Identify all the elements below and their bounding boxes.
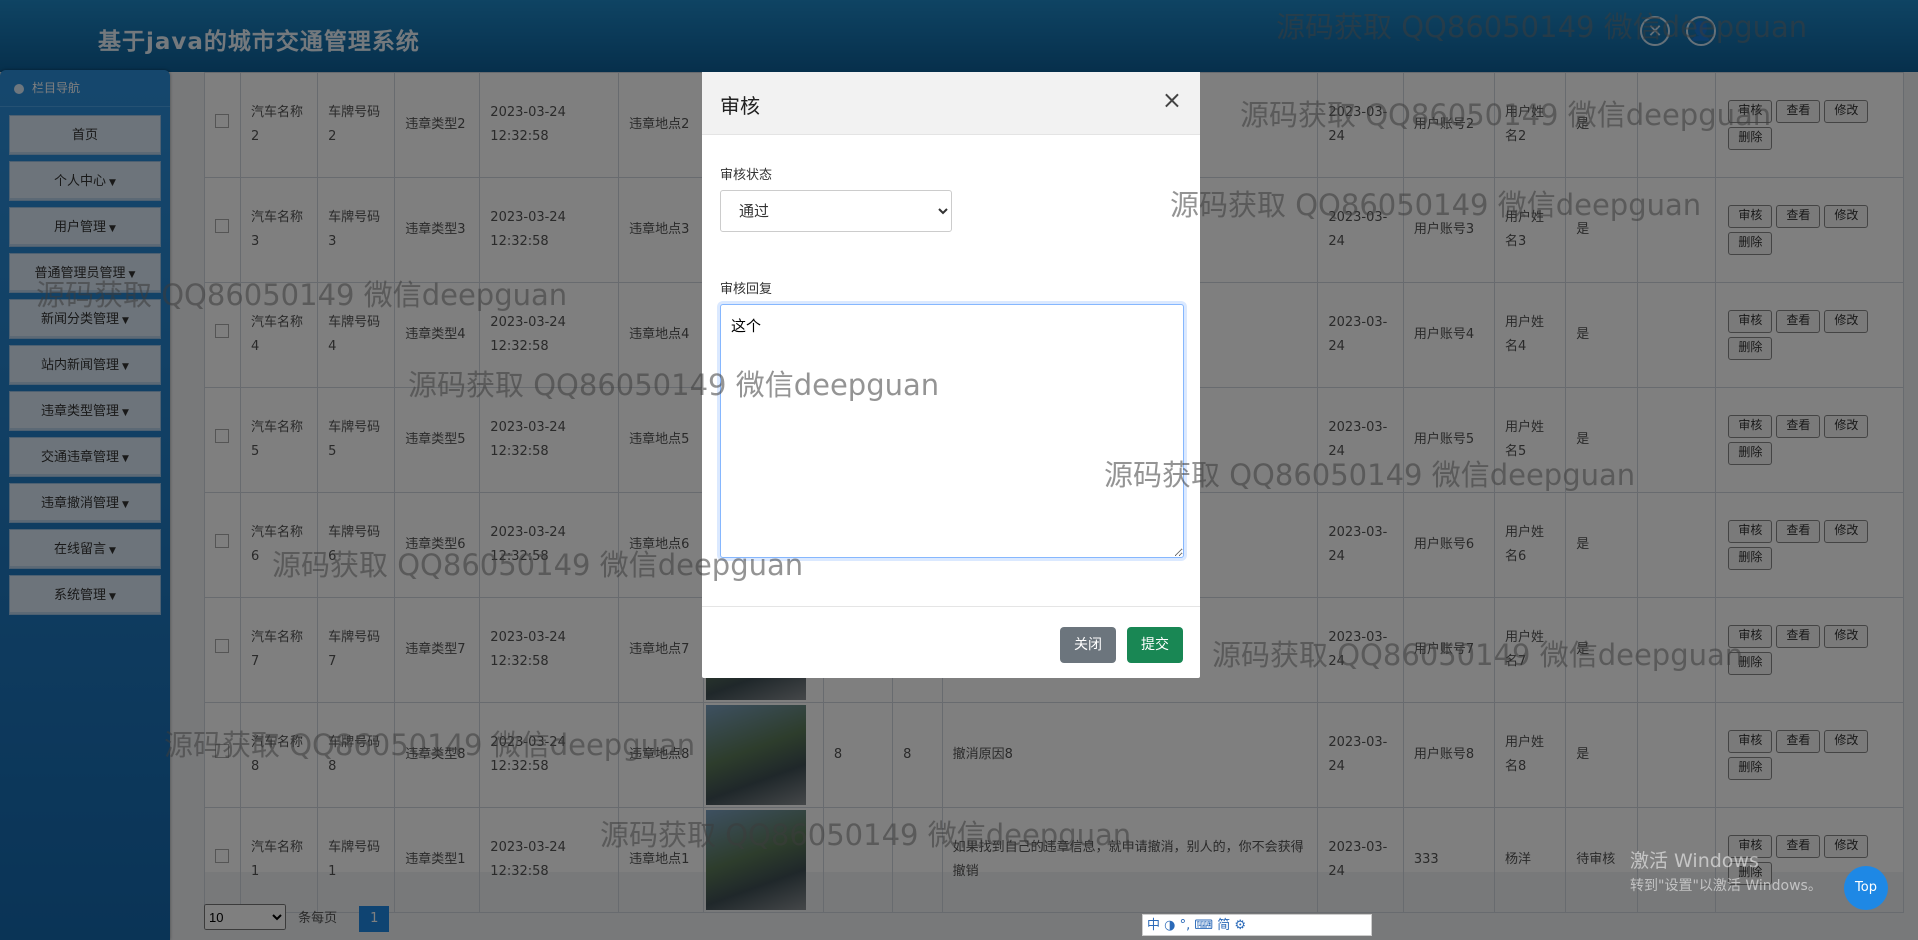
status-label: 审核状态 [720,168,773,183]
windows-activation-notice: 激活 Windows 转到"设置"以激活 Windows。 [1630,850,1822,894]
modal-footer: 关闭 提交 [702,606,1200,679]
ime-toolbar[interactable]: 中 ◑ °, ⌨ 简 ⚙ [1142,914,1372,936]
reply-textarea[interactable]: 这个 [720,304,1184,558]
close-button[interactable]: 关闭 [1060,627,1116,663]
audit-modal: 审核 × 审核状态 通过 审核回复 这个 关闭 提交 [702,72,1200,678]
back-to-top-button[interactable]: Top [1844,866,1888,910]
submit-button[interactable]: 提交 [1127,627,1183,663]
modal-title: 审核 [720,94,760,118]
status-select[interactable]: 通过 [720,190,952,232]
modal-close-icon[interactable]: × [1162,86,1182,114]
modal-header: 审核 × [702,72,1200,135]
reply-label: 审核回复 [720,282,773,297]
